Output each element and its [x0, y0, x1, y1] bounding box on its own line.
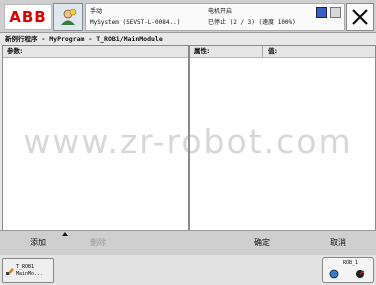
attributes-header: 属性: 值:	[190, 46, 375, 58]
program-state: 已停止 (2 / 3) (速度 100%)	[208, 19, 296, 26]
user-menu-icon	[61, 8, 77, 25]
parameters-panel[interactable]: 参数:	[2, 45, 189, 232]
quickset-button[interactable]: ROB_1	[322, 257, 374, 283]
ok-button[interactable]: 确定	[232, 231, 292, 255]
task-name: T_ROB1	[16, 264, 35, 270]
logo-text: ABB	[9, 8, 47, 26]
event-icon[interactable]	[330, 7, 341, 18]
value-column-label: 值:	[268, 47, 278, 55]
program-editor-icon	[6, 268, 14, 275]
column-divider[interactable]	[262, 46, 263, 57]
operating-mode: 手动	[90, 8, 103, 15]
main-menu-button[interactable]	[53, 3, 83, 31]
status-bar: 手动 MySystem (SEV5T-L-0084..) 电机开启 已停止 (2…	[85, 3, 345, 31]
add-button[interactable]: 添加	[8, 231, 68, 255]
program-editor-task[interactable]: T_ROB1 MainMo...	[2, 258, 54, 283]
robot-unit-label: ROB_1	[343, 260, 359, 266]
system-name: MySystem (SEV5T-L-0084..)	[90, 19, 181, 26]
parameters-header: 参数:	[3, 46, 188, 58]
cancel-button[interactable]: 取消	[308, 231, 368, 255]
caret-up-icon	[62, 232, 68, 236]
close-button[interactable]	[346, 3, 374, 31]
status-tray	[316, 7, 341, 18]
abb-logo: ABB	[4, 4, 52, 30]
command-bar: 添加 删除 确定 取消	[0, 230, 376, 256]
parameters-header-label: 参数:	[7, 47, 23, 55]
window-icon[interactable]	[316, 7, 327, 18]
page-title: 新例行程序 - MyProgram - T_ROB1/MainModule	[5, 35, 163, 43]
motor-state: 电机开启	[208, 8, 233, 15]
speed-icon	[356, 270, 365, 278]
attributes-panel[interactable]: 属性: 值:	[189, 45, 376, 232]
top-bar: ABB 手动 MySystem (SEV5T-L-0084..) 电机开启 已停…	[0, 0, 376, 33]
task-module: MainMo...	[16, 271, 44, 277]
robot-icon	[329, 269, 339, 279]
close-icon	[352, 9, 368, 25]
taskbar: T_ROB1 MainMo... ROB_1	[0, 255, 376, 285]
delete-button[interactable]: 删除	[68, 231, 128, 255]
attribute-column-label: 属性:	[194, 47, 210, 55]
